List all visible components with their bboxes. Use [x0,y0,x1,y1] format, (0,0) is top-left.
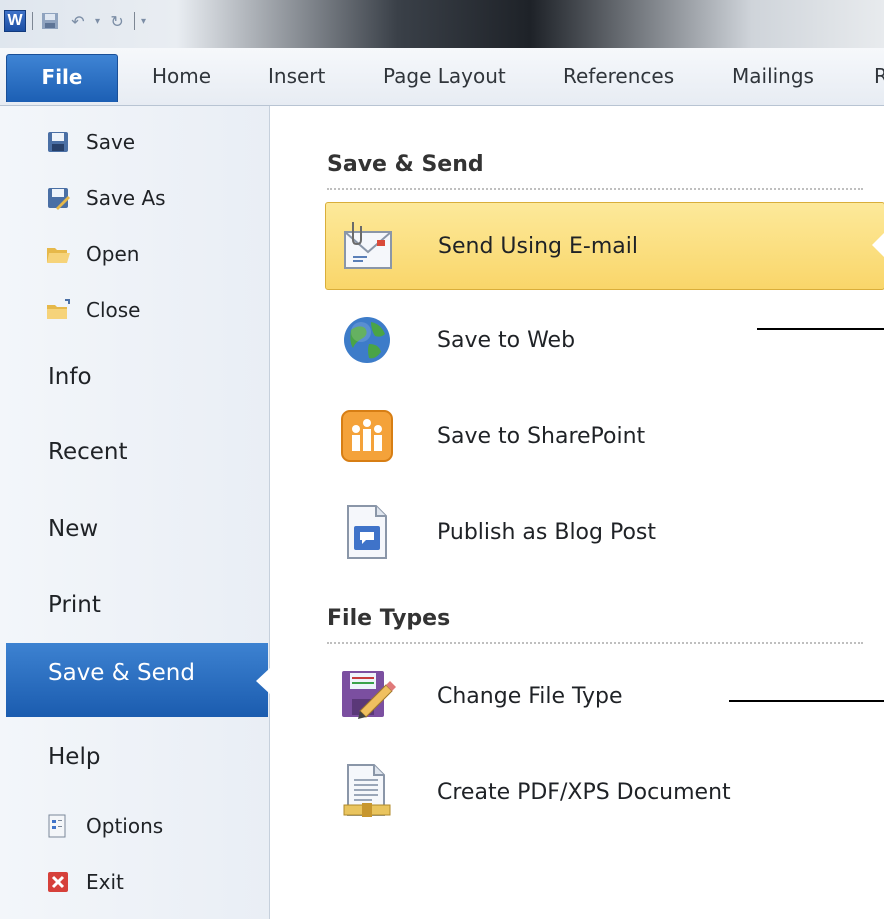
change-file-type-icon [335,664,399,728]
nav-info[interactable]: Info [48,357,92,397]
section-divider [327,642,863,644]
undo-dropdown-icon[interactable]: ▾ [95,16,100,27]
backstage-content: Save & Send Send Using E-mail Save to We… [271,106,884,919]
tab-home[interactable]: Home [152,54,211,106]
section-divider [327,188,863,190]
backstage-nav: Save Save As Open Close Info Recent New … [0,106,270,919]
nav-options[interactable]: Options [44,806,163,846]
change-file-type-label: Change File Type [437,683,623,709]
customize-toolbar-icon[interactable]: ▾ [141,16,146,27]
save-to-web-label: Save to Web [437,327,576,353]
nav-save-as[interactable]: Save As [44,178,166,218]
publish-blog-post-item[interactable]: Publish as Blog Post [325,488,884,576]
save-as-icon [44,184,72,212]
title-bar: W ↶ ▾ ↻ ▾ [0,0,884,48]
tab-insert[interactable]: Insert [268,54,325,106]
quick-access-toolbar: W ↶ ▾ ↻ ▾ [4,6,146,36]
save-to-web-item[interactable]: Save to Web [325,296,884,384]
nav-save-and-send[interactable]: Save & Send [6,643,270,717]
folder-close-icon [44,296,72,324]
globe-icon [335,308,399,372]
nav-exit[interactable]: Exit [44,862,124,902]
tab-mailings[interactable]: Mailings [732,54,814,106]
nav-save[interactable]: Save [44,122,135,162]
exit-icon [44,868,72,896]
change-file-type-item[interactable]: Change File Type [325,652,884,740]
nav-options-label: Options [86,814,164,838]
create-pdf-xps-label: Create PDF/XPS Document [437,779,731,805]
nav-save-label: Save [86,130,136,154]
nav-new[interactable]: New [48,509,98,549]
undo-icon[interactable]: ↶ [67,10,89,32]
tab-file[interactable]: File [6,54,118,102]
nav-exit-label: Exit [86,870,124,894]
send-using-email-label: Send Using E-mail [438,233,638,259]
create-pdf-xps-item[interactable]: Create PDF/XPS Document [325,748,884,836]
ribbon-tab-bar: File Home Insert Page Layout References … [0,48,884,106]
options-icon [44,812,72,840]
nav-save-as-label: Save As [86,186,166,210]
nav-close[interactable]: Close [44,290,140,330]
tab-page-layout[interactable]: Page Layout [383,54,506,106]
save-icon[interactable] [39,10,61,32]
pdf-document-icon [335,760,399,824]
save-to-sharepoint-label: Save to SharePoint [437,423,646,449]
annotation-leader-line [757,328,884,330]
nav-close-label: Close [86,298,141,322]
section-title-file-types: File Types [327,606,451,631]
tab-overflow[interactable]: R [874,54,884,106]
send-using-email-item[interactable]: Send Using E-mail [325,202,884,290]
publish-blog-post-label: Publish as Blog Post [437,519,657,545]
save-to-sharepoint-item[interactable]: Save to SharePoint [325,392,884,480]
tab-references[interactable]: References [563,54,674,106]
section-title-save-send: Save & Send [327,152,484,177]
toolbar-separator [134,12,136,30]
toolbar-separator [32,12,33,30]
nav-save-and-send-label: Save & Send [48,660,195,686]
active-notch [256,668,270,694]
nav-print[interactable]: Print [48,585,101,625]
annotation-leader-line [729,700,884,702]
floppy-disk-icon [44,128,72,156]
folder-open-icon [44,240,72,268]
nav-open[interactable]: Open [44,234,139,274]
selection-pointer [872,233,884,257]
redo-icon[interactable]: ↻ [106,10,128,32]
nav-recent[interactable]: Recent [48,432,128,472]
sharepoint-icon [335,404,399,468]
blog-post-icon [335,500,399,564]
email-envelope-icon [336,214,400,278]
word-logo-icon[interactable]: W [4,10,26,32]
nav-help[interactable]: Help [48,737,100,777]
nav-open-label: Open [86,242,140,266]
